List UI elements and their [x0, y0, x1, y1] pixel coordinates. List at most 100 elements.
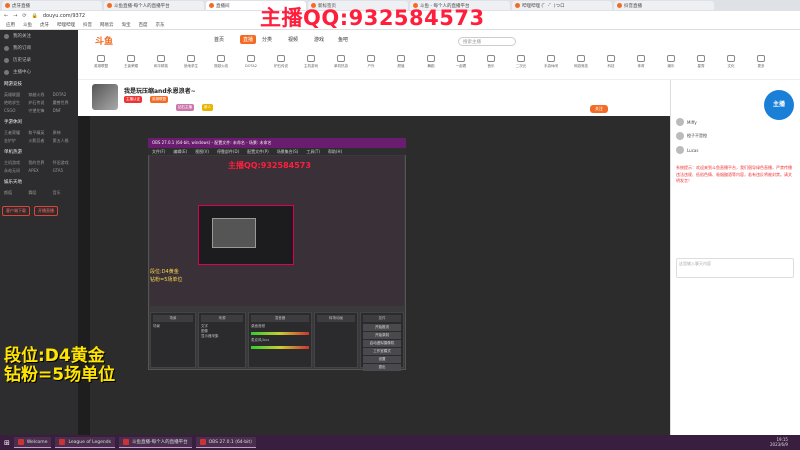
bookmark-item[interactable]: 百度 — [139, 22, 148, 28]
obs-control-button[interactable]: 开始录制 — [363, 332, 401, 339]
category-item[interactable]: 科技 — [600, 55, 622, 69]
search-input[interactable]: 搜索主播 — [458, 37, 516, 46]
sidebar-category-link[interactable]: 金铲铲 — [4, 138, 25, 144]
obs-source-item[interactable]: 显示器采集 — [201, 334, 243, 339]
obs-menu-item[interactable]: 场景集合(S) — [277, 149, 299, 154]
sidebar-category-link[interactable]: 音乐 — [53, 190, 74, 196]
sidebar-item[interactable]: 历史记录 — [0, 54, 78, 66]
sidebar-category-link[interactable]: 和平精英 — [28, 130, 49, 136]
browser-tab[interactable]: 虎牙直播 — [2, 1, 102, 10]
nav-item[interactable]: 视频 — [288, 36, 298, 43]
sidebar-category-link[interactable]: 颜值 — [4, 190, 25, 196]
obs-control-button[interactable]: 工作室模式 — [363, 348, 401, 355]
obs-control-button[interactable]: 设置 — [363, 356, 401, 363]
sidebar-category-link[interactable]: 穿越火线 — [28, 92, 49, 98]
windows-start-icon[interactable]: ⊞ — [4, 439, 10, 447]
obs-menu-item[interactable]: 工具(T) — [306, 149, 320, 154]
taskbar-app[interactable]: Welcome — [13, 437, 52, 448]
category-item[interactable]: 穿越火线 — [210, 55, 232, 69]
category-item[interactable]: 绝地求生 — [180, 55, 202, 69]
obs-menu-item[interactable]: 配置文件(P) — [247, 149, 269, 154]
taskbar-app[interactable]: OBS 27.0.1 (64-bit) — [195, 437, 256, 448]
taskbar-app[interactable]: 斗鱼直播-每个人的直播平台 — [118, 437, 192, 448]
category-item[interactable]: 更多 — [750, 55, 772, 69]
chat-user-row[interactable]: 橙子不是橙 — [676, 132, 707, 140]
sidebar-category-link[interactable]: 王者荣耀 — [4, 130, 25, 136]
obs-menu-item[interactable]: 停靠部件(D) — [217, 149, 239, 154]
site-logo[interactable]: 斗鱼 — [95, 34, 113, 47]
sidebar-category-link[interactable]: 第五人格 — [53, 138, 74, 144]
url-text[interactable]: douyu.com/9372 — [43, 13, 85, 19]
sidebar-bottom-button[interactable]: 客户端下载 — [2, 206, 30, 216]
obs-control-button[interactable]: 启动虚拟摄像机 — [363, 340, 401, 347]
obs-scene-item[interactable]: 场景 — [153, 324, 193, 329]
back-icon[interactable]: ← — [4, 13, 8, 19]
category-item[interactable]: 王者荣耀 — [120, 55, 142, 69]
category-item[interactable]: 英雄联盟 — [90, 55, 112, 69]
sidebar-category-link[interactable]: CSGO — [4, 108, 25, 114]
sidebar-category-link[interactable]: 火影忍者 — [28, 138, 49, 144]
category-item[interactable]: 颜值 — [390, 55, 412, 69]
bookmark-item[interactable]: 斗鱼 — [23, 22, 32, 28]
nav-item[interactable]: 直播 — [240, 35, 257, 44]
sidebar-category-link[interactable]: 守望先锋 — [28, 108, 49, 114]
chat-user-row[interactable]: Lucas — [676, 146, 698, 154]
chat-user-row[interactable]: Miffy — [676, 118, 697, 126]
sidebar-category-link[interactable]: 绝地求生 — [4, 100, 25, 106]
obs-menu-item[interactable]: 文件(F) — [152, 149, 165, 154]
sidebar-category-link[interactable]: 炉石传说 — [28, 100, 49, 106]
sidebar-category-link[interactable]: 主机游戏 — [4, 160, 25, 166]
category-item[interactable]: 娱乐 — [660, 55, 682, 69]
bookmark-item[interactable]: 网易云 — [100, 22, 114, 28]
forward-icon[interactable]: → — [13, 13, 17, 19]
taskbar-app[interactable]: League of Legends — [55, 437, 115, 448]
sidebar-category-link[interactable]: 怀旧游戏 — [53, 160, 74, 166]
sidebar-item[interactable]: 我的关注 — [0, 30, 78, 42]
reload-icon[interactable]: ⟳ — [22, 13, 26, 19]
category-item[interactable]: 星秀 — [690, 55, 712, 69]
bookmark-item[interactable]: 虎牙 — [40, 22, 49, 28]
obs-mixer-meter[interactable] — [251, 346, 309, 349]
category-item[interactable]: 舞蹈 — [420, 55, 442, 69]
category-item[interactable]: 炉石传说 — [270, 55, 292, 69]
obs-control-button[interactable]: 开始推流 — [363, 324, 401, 331]
bookmark-item[interactable]: 哔哩哔哩 — [57, 22, 75, 28]
category-item[interactable]: 手游休闲 — [540, 55, 562, 69]
obs-menu-item[interactable]: 帮助(H) — [328, 149, 342, 154]
sidebar-category-link[interactable]: 原神 — [53, 130, 74, 136]
bookmark-item[interactable]: 京东 — [156, 22, 165, 28]
category-item[interactable]: DOTA2 — [240, 55, 262, 68]
category-item[interactable]: 一起看 — [450, 55, 472, 69]
sidebar-category-link[interactable]: 英雄联盟 — [4, 92, 25, 98]
nav-item[interactable]: 首页 — [214, 36, 224, 43]
category-item[interactable]: 单机热游 — [330, 55, 352, 69]
nav-item[interactable]: 鱼吧 — [338, 36, 348, 43]
sidebar-bottom-button[interactable]: 开播直播 — [34, 206, 58, 216]
category-item[interactable]: 二次元 — [510, 55, 532, 69]
category-item[interactable]: 体育 — [630, 55, 652, 69]
sidebar-category-link[interactable]: DOTA2 — [53, 92, 74, 98]
sidebar-category-link[interactable]: 舞蹈 — [28, 190, 49, 196]
browser-tab[interactable]: 斗鱼直播-每个人的直播平台 — [104, 1, 204, 10]
follow-button[interactable]: 关注 — [590, 105, 608, 113]
bookmark-item[interactable]: 淘宝 — [122, 22, 131, 28]
sidebar-category-link[interactable]: 魔兽世界 — [53, 100, 74, 106]
streamer-avatar[interactable] — [92, 84, 118, 110]
category-item[interactable]: 和平精英 — [150, 55, 172, 69]
sidebar-category-link[interactable]: APEX — [28, 168, 49, 174]
browser-tab[interactable]: 抖音直播 — [614, 1, 714, 10]
category-item[interactable]: 户外 — [360, 55, 382, 69]
category-item[interactable]: 网游竞技 — [570, 55, 592, 69]
sidebar-category-link[interactable]: DNF — [53, 108, 74, 114]
browser-tab[interactable]: 哔哩哔哩 (゜-゜)つロ — [512, 1, 612, 10]
sidebar-item[interactable]: 主播中心 — [0, 66, 78, 78]
sidebar-category-link[interactable]: 我的世界 — [28, 160, 49, 166]
chat-input[interactable]: 这里输入聊天内容 — [676, 258, 794, 278]
sidebar-category-link[interactable]: GTA5 — [53, 168, 74, 174]
obs-control-button[interactable]: 退出 — [363, 364, 401, 371]
nav-item[interactable]: 游戏 — [314, 36, 324, 43]
nav-item[interactable]: 分类 — [262, 36, 272, 43]
obs-mixer-meter[interactable] — [251, 332, 309, 335]
category-item[interactable]: 主机游戏 — [300, 55, 322, 69]
sidebar-item[interactable]: 我的订阅 — [0, 42, 78, 54]
